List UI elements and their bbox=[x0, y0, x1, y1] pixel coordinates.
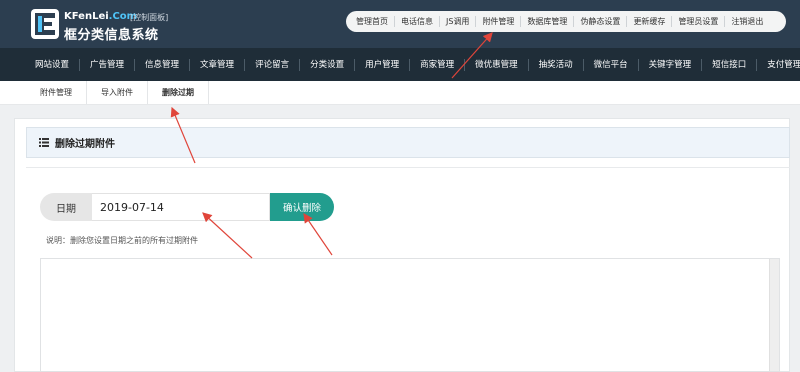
confirm-delete-button[interactable]: 确认删除 bbox=[270, 193, 334, 221]
top-links-bar: 管理首页 电话信息 JS调用 附件管理 数据库管理 伪静态设置 更新缓存 管理员… bbox=[346, 11, 786, 32]
main-nav: 网站设置 广告管理 信息管理 文章管理 评论留言 分类设置 用户管理 商家管理 … bbox=[0, 48, 800, 81]
nav-comments[interactable]: 评论留言 bbox=[245, 58, 301, 71]
top-link-attachments[interactable]: 附件管理 bbox=[476, 16, 522, 27]
nav-keywords[interactable]: 关键字管理 bbox=[639, 58, 703, 71]
subnav-attachments[interactable]: 附件管理 bbox=[26, 81, 87, 105]
nav-site-settings[interactable]: 网站设置 bbox=[25, 58, 81, 71]
logo-icon bbox=[30, 8, 60, 40]
nav-sms[interactable]: 短信接口 bbox=[702, 58, 758, 71]
top-link-admin-settings[interactable]: 管理员设置 bbox=[672, 16, 726, 27]
brand-name-en: KFenLei.Com bbox=[64, 11, 138, 22]
nav-categories[interactable]: 分类设置 bbox=[300, 58, 356, 71]
nav-users[interactable]: 用户管理 bbox=[355, 58, 411, 71]
brand-name-cn: 框分类信息系统 bbox=[64, 28, 159, 43]
list-icon bbox=[39, 138, 49, 147]
top-link-pseudo-static[interactable]: 伪静态设置 bbox=[574, 16, 628, 27]
top-link-js-call[interactable]: JS调用 bbox=[440, 16, 477, 27]
top-link-logout[interactable]: 注销退出 bbox=[725, 16, 769, 27]
nav-payment[interactable]: 支付管理 bbox=[757, 59, 800, 71]
nav-lottery[interactable]: 抽奖活动 bbox=[529, 58, 584, 71]
brand-tag: [控制面板] bbox=[130, 13, 169, 22]
hint-text: 说明：删除您设置日期之前的所有过期附件 bbox=[46, 236, 198, 245]
date-input[interactable] bbox=[92, 193, 270, 221]
panel-header: 删除过期附件 bbox=[26, 127, 790, 158]
panel-title: 删除过期附件 bbox=[55, 139, 115, 150]
date-form-group: 日期 确认删除 bbox=[40, 193, 334, 221]
top-header: KFenLei.Com [控制面板] 框分类信息系统 管理首页 电话信息 JS调… bbox=[0, 0, 800, 48]
subnav-import[interactable]: 导入附件 bbox=[87, 81, 148, 105]
nav-wechat[interactable]: 微信平台 bbox=[584, 58, 639, 71]
nav-ads[interactable]: 广告管理 bbox=[80, 58, 136, 71]
top-link-database[interactable]: 数据库管理 bbox=[521, 16, 575, 27]
nav-merchants[interactable]: 商家管理 bbox=[410, 58, 466, 71]
nav-info[interactable]: 信息管理 bbox=[135, 58, 191, 71]
sub-nav: 附件管理 导入附件 删除过期 bbox=[26, 81, 209, 105]
top-link-home[interactable]: 管理首页 bbox=[350, 16, 395, 27]
result-textarea[interactable] bbox=[40, 258, 780, 372]
scrollbar[interactable] bbox=[769, 259, 779, 371]
subnav-delete-expired[interactable]: 删除过期 bbox=[148, 81, 209, 105]
date-label: 日期 bbox=[40, 193, 92, 221]
nav-articles[interactable]: 文章管理 bbox=[190, 58, 246, 71]
divider bbox=[26, 167, 790, 168]
top-link-phone-info[interactable]: 电话信息 bbox=[395, 16, 440, 27]
nav-coupons[interactable]: 微优惠管理 bbox=[465, 58, 529, 71]
top-link-update-cache[interactable]: 更新缓存 bbox=[627, 16, 673, 27]
